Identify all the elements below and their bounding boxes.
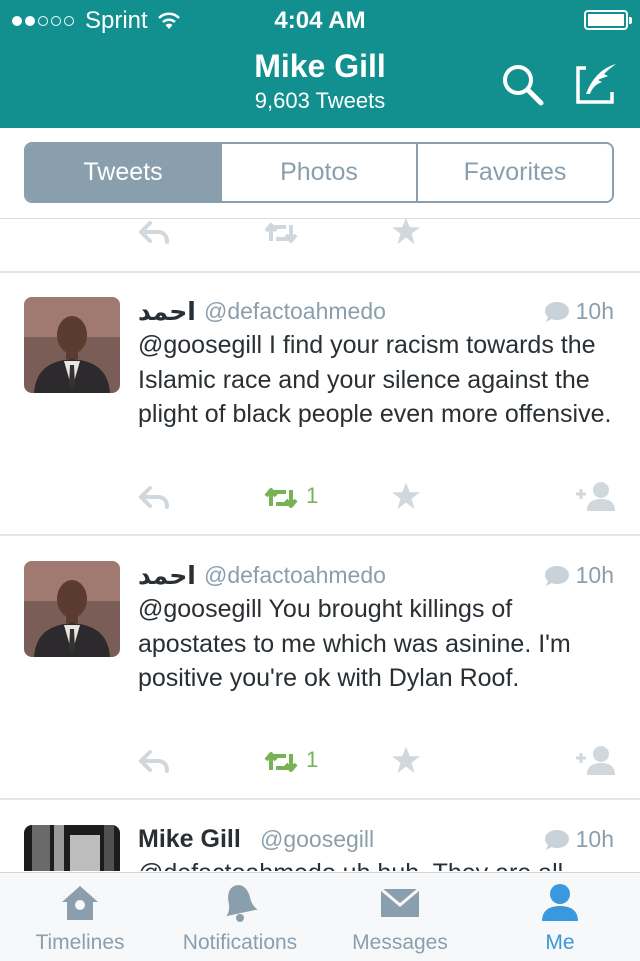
battery-icon — [584, 10, 632, 30]
retweet-icon[interactable] — [262, 748, 300, 776]
tweet-item[interactable]: Mike Gill @goosegill 10h @defactoahmedo … — [0, 800, 640, 871]
tweet-text: @defactoahmedo uh huh. They are all — [138, 856, 618, 871]
conversation-icon — [544, 829, 569, 850]
tab-timelines[interactable]: Timelines — [0, 873, 160, 961]
conversation-icon — [544, 565, 569, 586]
tweet-text: @goosegill I find your racism towards th… — [138, 331, 612, 428]
tweet-author-handle[interactable]: @defactoahmedo — [204, 298, 386, 325]
status-bar: Sprint 4:04 AM — [0, 0, 640, 40]
tweet-author-handle[interactable]: @defactoahmedo — [204, 562, 386, 589]
retweet-icon[interactable] — [262, 484, 300, 512]
tweet-item[interactable]: احمد @defactoahmedo 10h @goosegill You b… — [0, 536, 640, 800]
tweet-feed[interactable]: احمد @defactoahmedo 10h @goosegill I fin… — [0, 219, 640, 871]
tab-favorites[interactable]: Favorites — [416, 144, 612, 201]
tweet-author-handle[interactable]: @goosegill — [260, 826, 374, 853]
tab-photos[interactable]: Photos — [220, 144, 416, 201]
profile-segmented-control: Tweets Photos Favorites — [24, 142, 614, 203]
tab-me[interactable]: Me — [480, 873, 640, 961]
retweet-count: 1 — [306, 483, 319, 508]
retweet-icon[interactable] — [262, 219, 300, 247]
tweet-author-name[interactable]: احمد — [138, 561, 196, 591]
retweet-count: 1 — [306, 747, 319, 772]
tweet-timestamp: 10h — [544, 298, 614, 325]
person-icon — [542, 884, 578, 921]
reply-icon[interactable] — [138, 219, 170, 247]
reply-icon[interactable] — [138, 484, 170, 512]
favorite-icon[interactable] — [390, 219, 422, 245]
tweet-timestamp: 10h — [544, 562, 614, 589]
tab-notifications[interactable]: Notifications — [160, 873, 320, 961]
follow-icon[interactable] — [574, 744, 616, 776]
reply-icon[interactable] — [138, 748, 170, 776]
bell-icon — [226, 885, 258, 922]
favorite-icon[interactable] — [390, 482, 422, 510]
conversation-icon — [544, 301, 569, 322]
tweet-partial — [0, 219, 640, 273]
envelope-icon — [380, 887, 420, 917]
tab-tweets[interactable]: Tweets — [26, 144, 220, 201]
tab-bar: Timelines Notifications Messages Me — [0, 872, 640, 961]
compose-icon[interactable] — [572, 60, 620, 108]
tweet-author-name[interactable]: احمد — [138, 297, 196, 327]
avatar[interactable] — [24, 561, 120, 657]
follow-icon[interactable] — [574, 480, 616, 512]
tweet-author-name[interactable]: Mike Gill — [138, 825, 241, 854]
avatar[interactable] — [24, 297, 120, 393]
tweet-item[interactable]: احمد @defactoahmedo 10h @goosegill I fin… — [0, 272, 640, 536]
home-icon — [62, 886, 98, 920]
favorite-icon[interactable] — [390, 746, 422, 774]
avatar[interactable] — [24, 825, 120, 871]
status-time: 4:04 AM — [274, 7, 366, 34]
nav-header: Sprint 4:04 AM Mike Gill 9,603 Tweets — [0, 0, 640, 128]
search-icon[interactable] — [498, 60, 546, 108]
tab-messages[interactable]: Messages — [320, 873, 480, 961]
tweet-timestamp: 10h — [544, 826, 614, 853]
tweet-text: @goosegill You brought killings of apost… — [138, 595, 571, 692]
